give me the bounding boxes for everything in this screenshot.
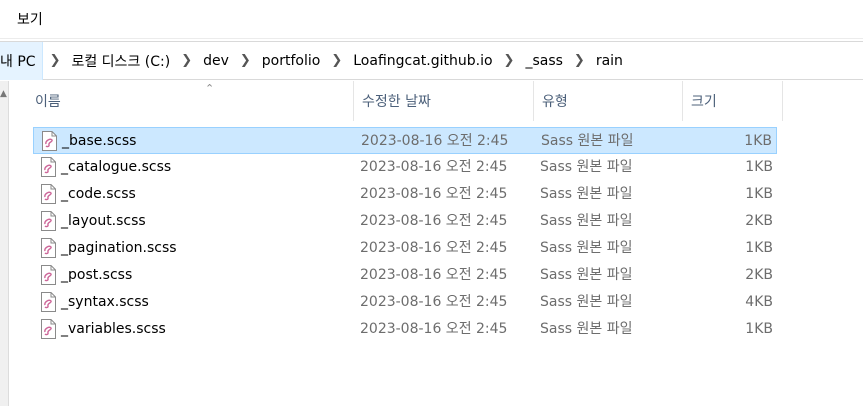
- address-bar[interactable]: 내 PC ❯ 로컬 디스크 (C:) ❯ dev ❯ portfolio ❯ L…: [0, 41, 863, 80]
- file-type: Sass 원본 파일: [540, 240, 633, 256]
- file-row[interactable]: _base.scss 2023-08-16 오전 2:45 Sass 원본 파일…: [33, 127, 777, 154]
- file-size: 1KB: [745, 321, 773, 337]
- file-name: _pagination.scss: [61, 240, 177, 256]
- chevron-right-icon[interactable]: ❯: [567, 53, 592, 68]
- file-row[interactable]: _code.scss 2023-08-16 오전 2:45 Sass 원본 파일…: [33, 181, 777, 208]
- file-size: 2KB: [745, 267, 773, 283]
- navigation-pane-edge[interactable]: ▲: [0, 81, 9, 406]
- file-name: _layout.scss: [61, 213, 146, 229]
- breadcrumb-rain[interactable]: rain: [592, 53, 627, 69]
- column-header: 이름 ⌃ 수정한 날짜 유형 크기: [9, 81, 863, 123]
- file-type: Sass 원본 파일: [540, 186, 633, 202]
- file-type: Sass 원본 파일: [540, 294, 633, 310]
- column-type-label: 유형: [542, 94, 568, 110]
- file-row[interactable]: _layout.scss 2023-08-16 오전 2:45 Sass 원본 …: [33, 208, 777, 235]
- menu-bar: 보기: [0, 0, 863, 39]
- file-row[interactable]: _pagination.scss 2023-08-16 오전 2:45 Sass…: [33, 235, 777, 262]
- file-date: 2023-08-16 오전 2:45: [360, 240, 508, 256]
- chevron-right-icon[interactable]: ❯: [233, 53, 258, 68]
- column-size-label: 크기: [691, 94, 717, 110]
- file-type: Sass 원본 파일: [540, 267, 633, 283]
- sass-file-icon: [41, 184, 56, 204]
- file-size: 1KB: [745, 186, 773, 202]
- chevron-right-icon[interactable]: ❯: [43, 53, 68, 68]
- sass-file-icon: [41, 157, 56, 177]
- chevron-right-icon[interactable]: ❯: [324, 53, 349, 68]
- file-row[interactable]: _syntax.scss 2023-08-16 오전 2:45 Sass 원본 …: [33, 289, 777, 316]
- file-name: _code.scss: [61, 186, 136, 202]
- file-name: _catalogue.scss: [61, 159, 172, 175]
- sass-file-icon: [41, 238, 56, 258]
- file-date: 2023-08-16 오전 2:45: [361, 133, 509, 149]
- file-size: 1KB: [745, 159, 773, 175]
- breadcrumb-repo[interactable]: Loafingcat.github.io: [349, 53, 496, 69]
- file-date: 2023-08-16 오전 2:45: [360, 267, 508, 283]
- column-header-name[interactable]: 이름 ⌃: [27, 81, 354, 121]
- chevron-right-icon[interactable]: ❯: [497, 53, 522, 68]
- file-date: 2023-08-16 오전 2:45: [360, 321, 508, 337]
- sass-file-icon: [41, 265, 56, 285]
- file-date: 2023-08-16 오전 2:45: [360, 159, 508, 175]
- column-name-label: 이름: [35, 94, 61, 110]
- sass-file-icon: [42, 131, 57, 151]
- sort-ascending-icon: ⌃: [205, 82, 215, 95]
- breadcrumb-sass[interactable]: _sass: [521, 53, 566, 69]
- file-type: Sass 원본 파일: [540, 159, 633, 175]
- file-size: 4KB: [745, 294, 773, 310]
- file-size: 1KB: [745, 240, 773, 256]
- breadcrumb-portfolio[interactable]: portfolio: [258, 53, 325, 69]
- file-name: _post.scss: [61, 267, 133, 283]
- sass-file-icon: [41, 319, 56, 339]
- file-type: Sass 원본 파일: [541, 133, 634, 149]
- sass-file-icon: [41, 211, 56, 231]
- file-row[interactable]: _post.scss 2023-08-16 오전 2:45 Sass 원본 파일…: [33, 262, 777, 289]
- scroll-up-icon[interactable]: ▲: [0, 89, 7, 99]
- file-row[interactable]: _variables.scss 2023-08-16 오전 2:45 Sass …: [33, 316, 777, 343]
- file-row[interactable]: _catalogue.scss 2023-08-16 오전 2:45 Sass …: [33, 154, 777, 181]
- column-date-label: 수정한 날짜: [362, 94, 431, 110]
- file-size: 1KB: [744, 133, 772, 149]
- chevron-right-icon[interactable]: ❯: [174, 53, 199, 68]
- file-date: 2023-08-16 오전 2:45: [360, 186, 508, 202]
- menu-view[interactable]: 보기: [17, 9, 43, 29]
- file-size: 2KB: [745, 213, 773, 229]
- breadcrumb: 내 PC ❯ 로컬 디스크 (C:) ❯ dev ❯ portfolio ❯ L…: [0, 41, 627, 80]
- file-date: 2023-08-16 오전 2:45: [360, 213, 508, 229]
- file-name: _base.scss: [62, 133, 137, 149]
- breadcrumb-dev[interactable]: dev: [199, 53, 233, 69]
- file-type: Sass 원본 파일: [540, 213, 633, 229]
- column-header-size[interactable]: 크기: [683, 81, 783, 121]
- sass-file-icon: [41, 292, 56, 312]
- file-name: _syntax.scss: [61, 294, 149, 310]
- column-header-type[interactable]: 유형: [534, 81, 683, 121]
- file-name: _variables.scss: [61, 321, 166, 337]
- breadcrumb-local-disk[interactable]: 로컬 디스크 (C:): [67, 51, 174, 71]
- file-date: 2023-08-16 오전 2:45: [360, 294, 508, 310]
- file-type: Sass 원본 파일: [540, 321, 633, 337]
- breadcrumb-this-pc[interactable]: 내 PC: [0, 41, 43, 80]
- column-header-date[interactable]: 수정한 날짜: [354, 81, 534, 121]
